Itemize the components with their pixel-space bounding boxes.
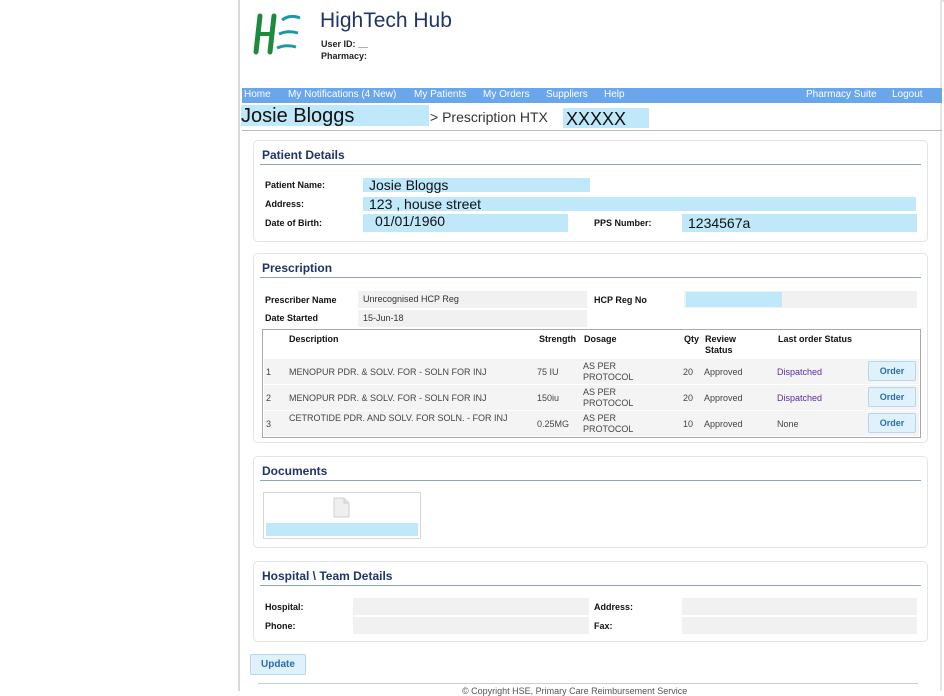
left-gutter — [0, 0, 238, 691]
row-strength: 150iu — [537, 393, 560, 403]
hospital-details-panel: Hospital \ Team Details Hospital: Addres… — [253, 561, 928, 642]
page-container: HighTech Hub User ID: __ Pharmacy: Home … — [238, 0, 942, 696]
order-button[interactable]: Order — [868, 361, 916, 381]
col-qty: Qty — [684, 334, 700, 344]
nav-home[interactable]: Home — [244, 89, 271, 100]
row-strength: 0.25MG — [537, 419, 570, 429]
prescriber-label: Prescriber Name — [265, 295, 337, 305]
document-icon — [333, 497, 350, 518]
hospital-details-title: Hospital \ Team Details — [262, 569, 393, 583]
col-description: Description — [289, 334, 339, 344]
date-started-label: Date Started — [265, 313, 319, 323]
panel-divider — [260, 164, 921, 165]
panel-divider — [260, 277, 921, 278]
row-strength: 75 IU — [537, 367, 559, 377]
dob-value: 01/01/1960 — [363, 214, 568, 232]
row-last-order-status: None — [777, 419, 799, 429]
update-button[interactable]: Update — [250, 654, 306, 675]
order-button[interactable]: Order — [868, 413, 916, 433]
hospital-label: Hospital: — [265, 602, 304, 612]
row-review-status: Approved — [704, 367, 743, 377]
hse-logo-icon — [253, 13, 301, 55]
row-description: MENOPUR PDR. & SOLV. FOR - SOLN FOR INJ — [289, 367, 487, 377]
hcp-reg-label: HCP Reg No — [594, 295, 647, 305]
row-number: 3 — [266, 419, 272, 429]
prescription-panel: Prescription Prescriber Name Unrecognise… — [253, 253, 928, 443]
row-review-status: Approved — [704, 419, 743, 429]
address-value: 123 , house street — [363, 197, 916, 212]
row-last-order-status[interactable]: Dispatched — [777, 393, 822, 404]
address-label: Address: — [265, 199, 305, 209]
hospital-address-label: Address: — [594, 602, 634, 612]
col-strength: Strength — [539, 334, 576, 344]
row-number: 1 — [266, 367, 272, 377]
phone-value — [353, 617, 589, 634]
nav-pharmacy-suite[interactable]: Pharmacy Suite — [806, 89, 877, 100]
date-started-value: 15-Jun-18 — [358, 310, 587, 327]
panel-divider — [260, 585, 921, 586]
panel-divider — [260, 480, 921, 481]
user-info: User ID: __ Pharmacy: — [321, 38, 368, 62]
row-dosage: AS PER PROTOCOL — [583, 413, 634, 434]
footer-copyright: © Copyright HSE, Primary Care Reimbursem… — [462, 686, 688, 696]
order-button[interactable]: Order — [868, 387, 916, 407]
breadcrumb: > Prescription HTX — [430, 109, 548, 125]
pharmacy-label: Pharmacy: — [321, 51, 368, 61]
user-id-label: User ID: __ — [321, 39, 369, 49]
row-description: CETROTIDE PDR. AND SOLV. FOR SOLN. - FOR… — [289, 413, 508, 423]
documents-title: Documents — [262, 464, 328, 478]
nav-notifications[interactable]: My Notifications (4 New) — [288, 89, 396, 100]
row-last-order-status[interactable]: Dispatched — [777, 367, 822, 378]
patient-name-label: Patient Name: — [265, 180, 326, 190]
documents-panel: Documents — [253, 456, 928, 548]
htx-number: XXXXX — [563, 108, 649, 129]
hcp-reg-value-highlight — [686, 292, 782, 307]
row-qty: 20 — [683, 393, 694, 403]
row-review-status: Approved — [704, 393, 743, 403]
nav-my-orders[interactable]: My Orders — [483, 89, 530, 100]
row-dosage: AS PER PROTOCOL — [583, 361, 634, 382]
document-name-highlight — [266, 523, 418, 536]
hospital-address-value — [682, 598, 917, 615]
table-row: 3 CETROTIDE PDR. AND SOLV. FOR SOLN. - F… — [264, 411, 919, 436]
pps-value: 1234567a — [682, 214, 917, 232]
row-dosage: AS PER PROTOCOL — [583, 387, 634, 408]
table-row: 1 MENOPUR PDR. & SOLV. FOR - SOLN FOR IN… — [264, 359, 919, 384]
fax-value — [682, 617, 917, 634]
pps-label: PPS Number: — [594, 218, 652, 228]
prescription-title: Prescription — [262, 261, 333, 275]
row-number: 2 — [266, 393, 272, 403]
nav-help[interactable]: Help — [604, 89, 625, 100]
nav-logout[interactable]: Logout — [892, 89, 923, 100]
phone-label: Phone: — [265, 621, 296, 631]
patient-details-title: Patient Details — [262, 148, 345, 162]
patient-name-heading: Josie Bloggs — [241, 105, 429, 127]
patient-name-value: Josie Bloggs — [363, 178, 590, 193]
patient-details-panel: Patient Details Patient Name: Josie Blog… — [253, 140, 928, 242]
title-divider — [242, 130, 942, 131]
table-row: 2 MENOPUR PDR. & SOLV. FOR - SOLN FOR IN… — [264, 385, 919, 410]
prescriber-value: Unrecognised HCP Reg — [358, 291, 587, 308]
col-dosage: Dosage — [584, 334, 617, 344]
main-nav: Home My Notifications (4 New) My Patient… — [242, 88, 942, 103]
nav-suppliers[interactable]: Suppliers — [546, 89, 588, 100]
col-last-order-status: Last order Status — [778, 334, 853, 344]
footer-divider — [258, 683, 918, 684]
row-qty: 20 — [683, 367, 694, 377]
nav-my-patients[interactable]: My Patients — [414, 89, 466, 100]
fax-label: Fax: — [594, 621, 613, 631]
dob-label: Date of Birth: — [265, 218, 322, 228]
app-title: HighTech Hub — [320, 9, 452, 32]
row-description: MENOPUR PDR. & SOLV. FOR - SOLN FOR INJ — [289, 393, 487, 403]
document-card[interactable] — [263, 492, 421, 539]
prescription-table: Description Strength Dosage Qty Review S… — [262, 329, 921, 438]
col-review-status: Review Status — [705, 334, 737, 355]
hospital-value — [353, 598, 589, 615]
row-qty: 10 — [683, 419, 694, 429]
